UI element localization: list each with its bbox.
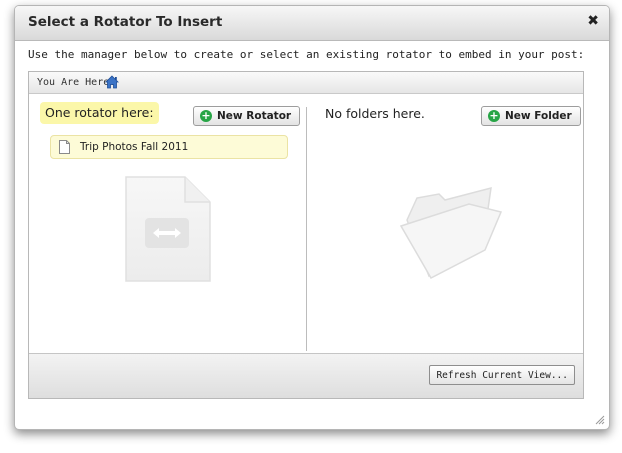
rotators-pane: One rotator here: + New Rotator Trip Pho…: [29, 94, 306, 352]
dialog-titlebar[interactable]: Select a Rotator To Insert ✖: [15, 6, 609, 41]
breadcrumb: You Are Here:: [29, 72, 583, 94]
breadcrumb-label: You Are Here:: [37, 77, 116, 88]
rotator-placeholder-icon: [125, 176, 211, 282]
refresh-button[interactable]: Refresh Current View...: [429, 365, 575, 385]
rotators-heading: One rotator here:: [40, 102, 159, 124]
new-rotator-label: New Rotator: [217, 110, 292, 122]
rotator-name: Trip Photos Fall 2011: [80, 141, 189, 153]
rotator-dialog: Select a Rotator To Insert ✖ Use the man…: [14, 5, 610, 430]
document-icon: [59, 140, 70, 154]
new-folder-button[interactable]: + New Folder: [481, 106, 581, 126]
new-rotator-button[interactable]: + New Rotator: [193, 106, 301, 126]
add-icon: +: [488, 109, 500, 122]
home-icon[interactable]: [105, 75, 119, 89]
folder-placeholder-icon: [399, 186, 503, 279]
close-icon[interactable]: ✖: [587, 13, 599, 29]
manager-footer: Refresh Current View...: [29, 353, 583, 398]
resize-grip-icon[interactable]: [595, 415, 605, 425]
folders-pane: No folders here. + New Folder: [307, 94, 584, 352]
add-icon: +: [200, 109, 212, 122]
rotator-list-item[interactable]: Trip Photos Fall 2011: [50, 135, 288, 159]
new-folder-label: New Folder: [505, 110, 572, 122]
folders-heading: No folders here.: [325, 106, 425, 121]
rotator-manager: You Are Here: One rotator here: + New Ro…: [28, 71, 584, 399]
dialog-title: Select a Rotator To Insert: [28, 14, 223, 30]
instructions-text: Use the manager below to create or selec…: [28, 48, 585, 61]
